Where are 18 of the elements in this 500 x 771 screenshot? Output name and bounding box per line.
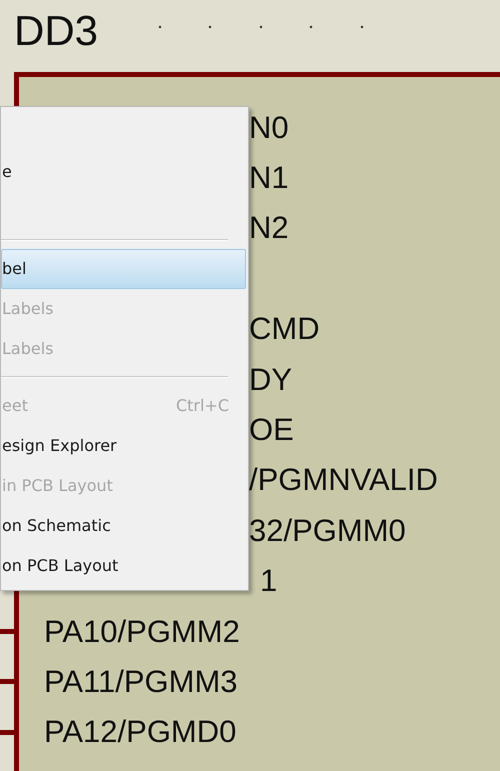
pin-label: CMD bbox=[249, 313, 320, 344]
pin-label: 32/PGMM0 bbox=[249, 514, 406, 546]
pin-label: N2 bbox=[249, 212, 289, 244]
pin-label: DY bbox=[249, 364, 292, 395]
pin-label: PA10/PGMM2 bbox=[44, 616, 240, 647]
pin-label: 1 bbox=[260, 565, 278, 596]
pin-label: N0 bbox=[249, 112, 289, 143]
pin-label: PA12/PGMD0 bbox=[44, 716, 236, 748]
menu-item[interactable]: on PCB Layout bbox=[1, 546, 246, 586]
menu-item[interactable]: on Schematic bbox=[1, 506, 246, 546]
pin-label: N1 bbox=[249, 162, 289, 194]
component-reference: DD3 bbox=[14, 10, 98, 52]
menu-item[interactable]: esign Explorer bbox=[1, 426, 246, 466]
menu-item[interactable]: e bbox=[1, 152, 246, 192]
pin-label: OE bbox=[249, 414, 294, 446]
menu-item[interactable]: bel bbox=[1, 249, 246, 289]
pin-label: PA11/PGMM3 bbox=[44, 666, 238, 697]
pin-label: /PGMNVALID bbox=[249, 464, 438, 496]
